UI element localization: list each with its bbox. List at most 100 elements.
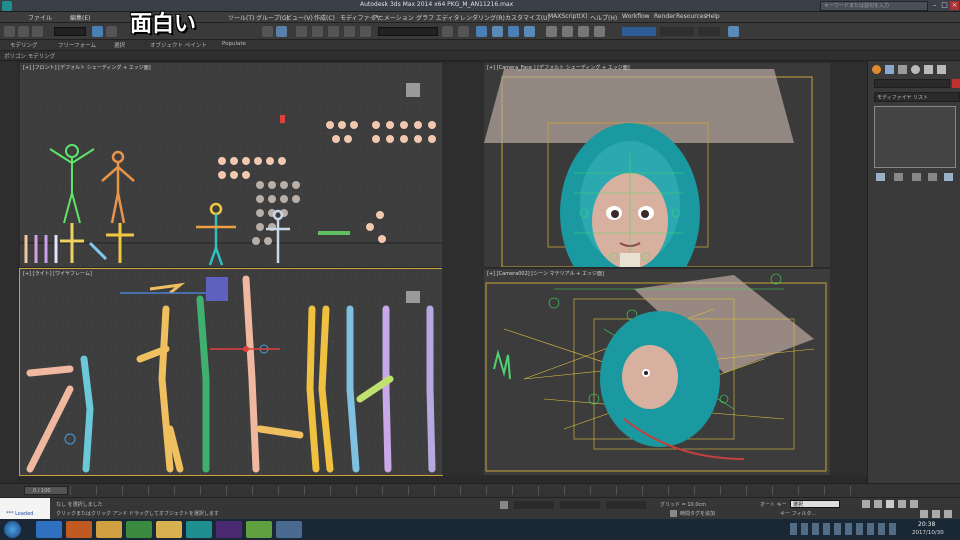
tab-object-paint[interactable]: オブジェクト ペイント: [150, 41, 207, 49]
snap-icon[interactable]: [312, 26, 323, 37]
menu-item-create[interactable]: 作成(C): [314, 13, 335, 22]
media-player-icon[interactable]: [66, 521, 92, 538]
rendered-frame-icon[interactable]: [578, 26, 589, 37]
menu-item-graph-editors[interactable]: グラフ エディタ: [416, 13, 460, 22]
create-tab-icon[interactable]: [872, 65, 881, 74]
menu-item-tools[interactable]: ツール(T): [228, 13, 254, 22]
3dsmax-taskbar-icon[interactable]: [186, 521, 212, 538]
menu-item-render[interactable]: Render: [654, 13, 675, 20]
tray-icons[interactable]: [790, 523, 900, 535]
utilities-tab-icon[interactable]: [937, 65, 946, 74]
layer-manager-icon[interactable]: [476, 26, 487, 37]
go-to-start-icon[interactable]: [862, 500, 870, 508]
tab-modeling[interactable]: モデリング: [10, 41, 38, 49]
modifier-stack[interactable]: [874, 106, 956, 168]
tab-freeform[interactable]: フリーフォーム: [58, 41, 96, 49]
bind-space-warp-icon[interactable]: [32, 26, 43, 37]
coord-y-field[interactable]: [560, 501, 600, 509]
ribbon-active-label[interactable]: ポリゴン モデリング: [4, 52, 55, 60]
tab-populate[interactable]: Populate: [222, 41, 246, 47]
motion-tab-icon[interactable]: [911, 65, 920, 74]
viewport-camera-face[interactable]: [+] [Camera_Face ] [デフォルト シェーディング + エッジ面…: [484, 63, 830, 267]
viewport-front[interactable]: [+] [フロント] [デフォルト シェーディング + エッジ面]: [20, 63, 442, 267]
make-unique-icon[interactable]: [912, 173, 921, 181]
viewport-right[interactable]: [+] [ライト] [ワイヤフレーム]: [19, 268, 443, 476]
app-logo-icon[interactable]: [2, 1, 12, 11]
search-input[interactable]: キーワードまたは語句を入力: [820, 1, 928, 11]
menu-item-view[interactable]: ビュー(V): [286, 13, 313, 22]
rotate-icon[interactable]: [276, 26, 287, 37]
auto-key-dropdown[interactable]: 選択: [790, 500, 840, 508]
menu-item-animation[interactable]: アニメーション: [372, 13, 414, 22]
previous-frame-icon[interactable]: [874, 500, 882, 508]
object-color-swatch[interactable]: [952, 79, 960, 88]
viewport-label-right[interactable]: [+] [ライト] [ワイヤフレーム]: [23, 270, 92, 277]
menu-item-customize[interactable]: カスタマイズ(U): [505, 13, 550, 22]
start-button-icon[interactable]: [4, 521, 21, 538]
angle-snap-icon[interactable]: [328, 26, 339, 37]
play-icon[interactable]: [886, 500, 894, 508]
minimize-icon[interactable]: –: [930, 1, 939, 10]
maxscript-listener[interactable]: *** Loaded: [0, 498, 50, 520]
menu-item-group[interactable]: グループ(G): [256, 13, 289, 22]
menu-item-help[interactable]: ヘルプ(H): [590, 13, 617, 22]
percent-snap-icon[interactable]: [344, 26, 355, 37]
viewport-divider-vertical[interactable]: [442, 63, 484, 475]
mirror-icon[interactable]: [442, 26, 453, 37]
menu-item-help2[interactable]: Help: [706, 13, 720, 20]
remove-modifier-icon[interactable]: [928, 173, 937, 181]
modify-tab-icon[interactable]: [885, 65, 894, 74]
viewport-camera002[interactable]: [+] [Camera002] [シーン マテリアル + エッジ面]: [484, 269, 830, 475]
tab-selection[interactable]: 選択: [114, 41, 125, 49]
workspace-icon[interactable]: [728, 26, 739, 37]
menu-item-resources[interactable]: Resources: [676, 13, 707, 20]
close-icon[interactable]: ×: [950, 1, 959, 10]
lock-selection-icon[interactable]: [500, 501, 508, 509]
menu-item-rendering[interactable]: レンダリング(R): [460, 13, 505, 22]
time-tag-icon[interactable]: [670, 510, 677, 517]
clock-date[interactable]: 2017/10/30: [912, 530, 944, 536]
zoom-icon[interactable]: [920, 510, 928, 518]
ie-icon[interactable]: [36, 521, 62, 538]
modifier-list-dropdown[interactable]: モディファイヤ リスト: [874, 92, 960, 102]
select-by-name-icon[interactable]: [106, 26, 117, 37]
coord-x-field[interactable]: [514, 501, 554, 509]
time-slider[interactable]: 0 / 100: [24, 486, 68, 495]
workspace-button-3[interactable]: [698, 27, 720, 36]
go-to-end-icon[interactable]: [910, 500, 918, 508]
timeline[interactable]: 0 / 100: [0, 483, 960, 497]
folder-icon[interactable]: [156, 521, 182, 538]
curve-editor-icon[interactable]: [508, 26, 519, 37]
scale-icon[interactable]: [296, 26, 307, 37]
key-filters-button[interactable]: キー フィルタ...: [780, 510, 816, 517]
mail-icon[interactable]: [276, 521, 302, 538]
spinner-snap-icon[interactable]: [360, 26, 371, 37]
material-editor-icon[interactable]: [546, 26, 557, 37]
render-production-icon[interactable]: [594, 26, 605, 37]
move-icon[interactable]: [262, 26, 273, 37]
maximize-icon[interactable]: □: [940, 1, 949, 10]
object-name-field[interactable]: [874, 79, 950, 88]
workspace-button-default[interactable]: [622, 27, 656, 36]
chrome-icon[interactable]: [126, 521, 152, 538]
clover-icon[interactable]: [246, 521, 272, 538]
selection-filter-dropdown[interactable]: [54, 27, 86, 36]
next-frame-icon[interactable]: [898, 500, 906, 508]
hierarchy-tab-icon[interactable]: [898, 65, 907, 74]
link-icon[interactable]: [4, 26, 15, 37]
unlink-icon[interactable]: [18, 26, 29, 37]
pin-stack-icon[interactable]: [876, 173, 885, 181]
render-setup-icon[interactable]: [562, 26, 573, 37]
coord-z-field[interactable]: [606, 501, 646, 509]
configure-sets-icon[interactable]: [944, 173, 953, 181]
orbit-icon[interactable]: [944, 510, 952, 518]
timeline-ruler[interactable]: [70, 486, 870, 495]
select-object-icon[interactable]: [92, 26, 103, 37]
explorer-icon[interactable]: [96, 521, 122, 538]
viewport-label-camera-face[interactable]: [+] [Camera_Face ] [デフォルト シェーディング + エッジ面…: [487, 64, 630, 71]
align-icon[interactable]: [458, 26, 469, 37]
workspace-button-2[interactable]: [660, 27, 694, 36]
schematic-view-icon[interactable]: [524, 26, 535, 37]
scene-explorer-icon[interactable]: [492, 26, 503, 37]
premiere-icon[interactable]: [216, 521, 242, 538]
